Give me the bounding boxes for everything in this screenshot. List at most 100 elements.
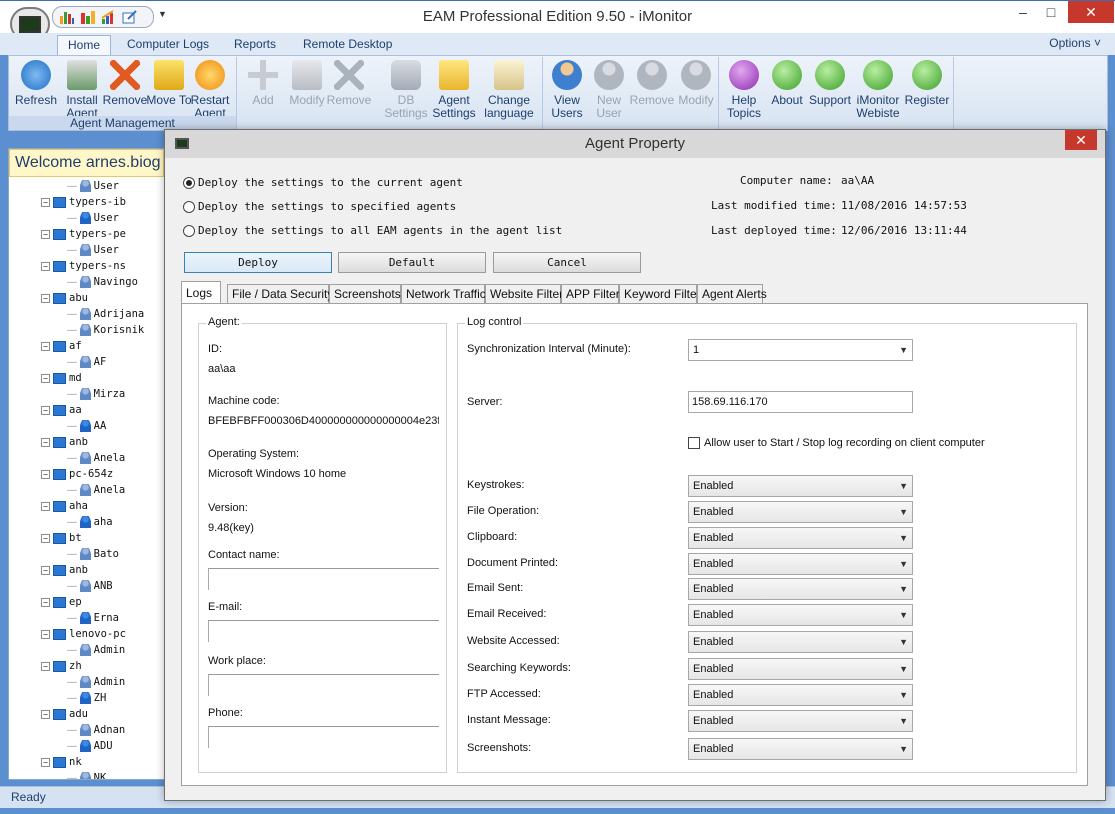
tree-computer-node[interactable]: − ep [41,594,82,610]
tab-file-data-security[interactable]: File / Data Security [227,284,333,304]
log-item-select[interactable]: Enabled ▼ [688,658,913,680]
collapse-icon[interactable]: − [41,757,50,767]
cancel-button[interactable]: Cancel [493,252,641,273]
work-place-field[interactable] [208,674,439,696]
tree-user-node[interactable]: ── Navingo [67,274,138,290]
restart-agent-button[interactable]: Restart Agent [187,60,233,120]
close-button[interactable]: ✕ [1068,1,1114,23]
tree-computer-node[interactable]: − zh [41,658,82,674]
tree-user-node[interactable]: ── Adnan [67,722,125,738]
tree-computer-node[interactable]: − aha [41,498,88,514]
tree-user-node[interactable]: ── AA [67,418,106,434]
tree-user-node[interactable]: ── ADU [67,738,113,754]
radio-deploy-all[interactable]: Deploy the settings to all EAM agents in… [183,224,562,237]
allow-recording-checkbox[interactable] [688,437,700,449]
about-button[interactable]: About [764,60,810,107]
view-users-button[interactable]: View Users [544,60,590,120]
minimize-button[interactable]: – [1008,1,1038,23]
collapse-icon[interactable]: − [41,469,50,479]
tab-agent-alerts[interactable]: Agent Alerts [697,284,767,304]
tree-computer-node[interactable]: − abu [41,290,88,306]
tree-user-node[interactable]: ── User [67,210,119,226]
collapse-icon[interactable]: − [41,197,50,207]
change-language-button[interactable]: Change language [479,60,539,120]
maximize-button[interactable]: □ [1036,1,1066,23]
tree-computer-node[interactable]: − bt [41,530,82,546]
support-button[interactable]: Support [807,60,853,107]
options-menu[interactable]: Options ˅ [1049,36,1101,50]
radio-deploy-current[interactable]: Deploy the settings to the current agent [183,176,463,189]
tree-user-node[interactable]: ── Anela [67,482,125,498]
tab-keyword-filter[interactable]: Keyword Filter [619,284,701,304]
tab-reports[interactable]: Reports [224,35,286,56]
tree-computer-node[interactable]: − anb [41,562,88,578]
log-item-select[interactable]: Enabled ▼ [688,501,913,523]
tree-computer-node[interactable]: − typers-pe [41,226,126,242]
tree-computer-node[interactable]: − lenovo-pc [41,626,126,642]
tree-user-node[interactable]: ── ANB [67,578,113,594]
default-button[interactable]: Default [338,252,486,273]
tree-user-node[interactable]: ── Admin [67,642,125,658]
collapse-icon[interactable]: − [41,373,50,383]
server-input[interactable]: 158.69.116.170 [688,391,913,413]
tree-user-node[interactable]: ── Admin [67,674,125,690]
remove-agent-button[interactable]: Remove [102,60,148,107]
log-item-select[interactable]: Enabled ▼ [688,553,913,575]
dialog-close-button[interactable]: ✕ [1065,130,1097,150]
tree-user-node[interactable]: ── Mirza [67,386,125,402]
tab-logs[interactable]: Logs [181,281,221,305]
tab-app-filter[interactable]: APP Filter [561,284,620,304]
tab-network-traffic[interactable]: Network Traffic [401,284,486,304]
collapse-icon[interactable]: − [41,437,50,447]
tree-computer-node[interactable]: − nk [41,754,82,770]
tree-user-node[interactable]: ── User [67,242,119,258]
contact-name-field[interactable] [208,568,439,590]
tree-user-node[interactable]: ── NK [67,770,106,779]
log-item-select[interactable]: Enabled ▼ [688,738,913,760]
tree-user-node[interactable]: ── Korisnik [67,322,144,338]
agent-settings-button[interactable]: Agent Settings [431,60,477,120]
tab-remote-desktop[interactable]: Remote Desktop [293,35,402,56]
imonitor-website-button[interactable]: iMonitor Webiste [852,60,904,120]
collapse-icon[interactable]: − [41,341,50,351]
tree-computer-node[interactable]: − md [41,370,82,386]
tree-user-node[interactable]: ── Erna [67,610,119,626]
log-item-select[interactable]: Enabled ▼ [688,604,913,626]
log-item-select[interactable]: Enabled ▼ [688,475,913,497]
collapse-icon[interactable]: − [41,229,50,239]
register-button[interactable]: Register [904,60,950,107]
log-item-select[interactable]: Enabled ▼ [688,578,913,600]
tree-user-node[interactable]: ── ZH [67,690,106,706]
tree-computer-node[interactable]: − aa [41,402,82,418]
tree-user-node[interactable]: ── aha [67,514,113,530]
log-item-select[interactable]: Enabled ▼ [688,631,913,653]
collapse-icon[interactable]: − [41,405,50,415]
collapse-icon[interactable]: − [41,501,50,511]
refresh-button[interactable]: Refresh [13,60,59,107]
log-item-select[interactable]: Enabled ▼ [688,527,913,549]
tree-user-node[interactable]: ── User [67,178,119,194]
tab-website-filter[interactable]: Website Filter [485,284,563,304]
deploy-button[interactable]: Deploy [184,252,332,273]
tree-computer-node[interactable]: − af [41,338,82,354]
tab-computer-logs[interactable]: Computer Logs [117,35,219,56]
collapse-icon[interactable]: − [41,597,50,607]
tree-user-node[interactable]: ── Adrijana [67,306,144,322]
tab-screenshots[interactable]: Screenshots [329,284,401,304]
tree-computer-node[interactable]: − typers-ns [41,258,126,274]
collapse-icon[interactable]: − [41,261,50,271]
tree-computer-node[interactable]: − pc-654z [41,466,113,482]
help-topics-button[interactable]: Help Topics [721,60,767,120]
radio-deploy-specified[interactable]: Deploy the settings to specified agents [183,200,456,213]
collapse-icon[interactable]: − [41,293,50,303]
install-agent-button[interactable]: Install Agent [59,60,105,120]
tree-user-node[interactable]: ── Anela [67,450,125,466]
tree-user-node[interactable]: ── Bato [67,546,119,562]
tab-home[interactable]: Home [57,35,112,56]
sync-interval-select[interactable]: 1 ▼ [688,339,913,361]
tree-user-node[interactable]: ── AF [67,354,106,370]
tree-computer-node[interactable]: − anb [41,434,88,450]
collapse-icon[interactable]: − [41,565,50,575]
email-field[interactable] [208,620,439,642]
collapse-icon[interactable]: − [41,629,50,639]
